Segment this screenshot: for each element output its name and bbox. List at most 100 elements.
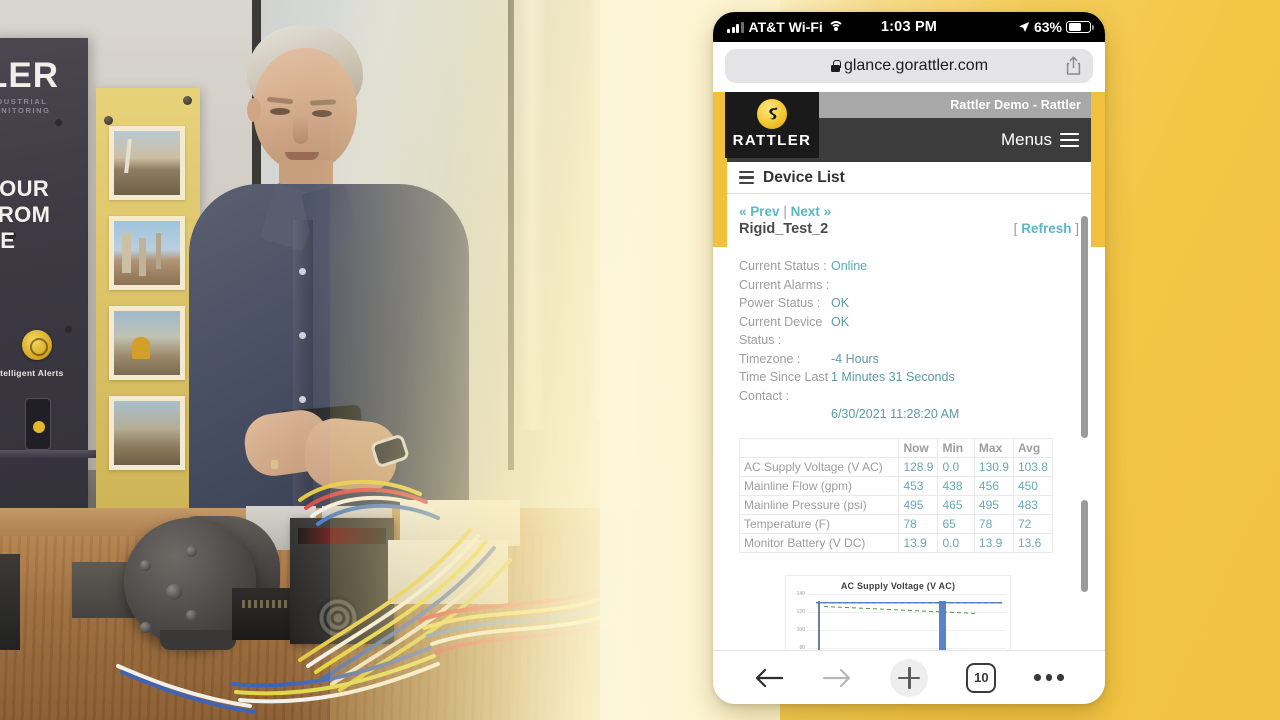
th-max: Max — [973, 437, 1014, 458]
metric-name: Mainline Flow (gpm) — [738, 475, 900, 496]
status-value-last-contact: 6/30/2021 11:28:20 AM — [831, 407, 960, 421]
metrics-table: Now Min Max Avg AC Supply Voltage (V AC)… — [738, 437, 1054, 553]
pagination-links: « Prev | Next » — [739, 204, 1079, 219]
tab-switcher-button[interactable]: 10 — [966, 662, 997, 693]
metric-avg: 72 — [1012, 513, 1054, 534]
page-scrollbar[interactable] — [1081, 216, 1088, 438]
forward-button[interactable] — [822, 667, 852, 689]
th-now: Now — [898, 437, 939, 458]
device-list-title: Device List — [763, 168, 845, 186]
web-page-viewport: Rattler Demo - Rattler Menus RATTLER Dev… — [713, 92, 1105, 650]
device-name: Rigid_Test_2 — [739, 221, 829, 237]
device-list-header[interactable]: Device List — [727, 162, 1091, 194]
status-value-current-status: Online — [831, 259, 868, 273]
y-tick: 140 — [796, 590, 805, 597]
metric-avg: 450 — [1012, 475, 1054, 496]
metric-now: 13.9 — [898, 532, 939, 553]
metric-name: Temperature (F) — [738, 513, 900, 534]
browser-address-bar-area: glance.gorattler.com — [713, 42, 1105, 92]
device-name-row: Rigid_Test_2 [ Refresh ] — [739, 221, 1079, 237]
rattler-wordmark: RATTLER — [732, 132, 812, 149]
metric-min: 0.0 — [937, 456, 975, 477]
th-name — [738, 437, 900, 458]
device-status-grid: Current Status : Online Current Alarms :… — [739, 257, 1079, 424]
more-menu-button[interactable] — [1034, 674, 1064, 681]
metric-now: 78 — [898, 513, 939, 534]
metric-min: 65 — [937, 513, 975, 534]
table-row: Mainline Pressure (psi) 495 465 495 483 — [738, 494, 1054, 515]
metric-name: Monitor Battery (V DC) — [738, 532, 900, 553]
status-label-time-since: Time Since Last Contact : — [739, 370, 829, 403]
share-icon[interactable] — [1066, 56, 1081, 75]
y-tick: 120 — [796, 608, 805, 615]
y-tick: 100 — [796, 626, 805, 633]
refresh-control[interactable]: [ Refresh ] — [1014, 221, 1079, 236]
metric-avg: 13.6 — [1012, 532, 1054, 553]
plus-icon — [898, 666, 921, 689]
y-tick: 80 — [799, 644, 805, 651]
metric-min: 438 — [937, 475, 975, 496]
site-content-card: Device List « Prev | Next » Rigid_Test_2… — [727, 162, 1091, 650]
tab-count-label: 10 — [974, 670, 989, 685]
wifi-icon — [827, 21, 844, 33]
table-row: Temperature (F) 78 65 78 72 — [738, 513, 1054, 534]
chart-marker-drop-2 — [938, 601, 946, 650]
next-link[interactable]: Next » — [791, 204, 832, 219]
status-label-current-status: Current Status : — [739, 259, 827, 273]
status-value-time-since: 1 Minutes 31 Seconds — [831, 370, 955, 384]
snake-glyph — [769, 107, 778, 120]
status-label-timezone: Timezone : — [739, 351, 801, 366]
device-list-hamburger-icon[interactable] — [739, 170, 754, 185]
metric-min: 465 — [937, 494, 975, 515]
status-value-device-status: OK — [831, 314, 850, 329]
forward-arrow-icon — [823, 668, 851, 687]
chart-scrollbar[interactable] — [1081, 500, 1088, 592]
status-label-device-status: Current Device Status : — [739, 314, 823, 348]
carrier-label: AT&T Wi-Fi — [748, 19, 823, 35]
prev-link[interactable]: « Prev — [739, 204, 780, 219]
bracket-close: ] — [1075, 221, 1079, 236]
more-dots-icon — [1045, 674, 1053, 681]
menu-hamburger-icon[interactable] — [1060, 132, 1079, 148]
url-label: glance.gorattler.com — [843, 57, 989, 74]
address-bar[interactable]: glance.gorattler.com — [725, 49, 1093, 83]
nav-separator: | — [783, 204, 787, 219]
lock-icon — [830, 60, 841, 72]
metric-max: 78 — [973, 513, 1014, 534]
metric-now: 128.9 — [898, 456, 939, 477]
chart-plot-area: 140 120 100 80 60 Volts — [797, 591, 1006, 650]
device-detail-scroll-area: « Prev | Next » Rigid_Test_2 [ Refresh ]… — [727, 194, 1091, 650]
more-dots-icon — [1034, 674, 1041, 681]
status-label-current-alarms: Current Alarms : — [739, 277, 830, 292]
status-value-current-alarms — [831, 276, 1079, 295]
table-row: Mainline Flow (gpm) 453 438 456 450 — [738, 475, 1054, 496]
metric-now: 453 — [898, 475, 939, 496]
metric-name: Mainline Pressure (psi) — [738, 494, 900, 515]
metric-max: 13.9 — [973, 532, 1014, 553]
status-value-power-status: OK — [831, 296, 850, 310]
location-arrow-icon — [1018, 22, 1030, 32]
table-row: Monitor Battery (V DC) 13.9 0.0 13.9 13.… — [738, 532, 1054, 553]
new-tab-button[interactable] — [890, 658, 929, 697]
metric-max: 130.9 — [973, 456, 1014, 477]
signal-bars-icon — [727, 21, 744, 33]
battery-percent-label: 63% — [1033, 19, 1062, 35]
chart-marker-drop-1 — [817, 601, 820, 650]
ios-status-bar: AT&T Wi-Fi 1:03 PM 63% — [713, 12, 1105, 42]
battery-icon — [1066, 20, 1094, 34]
metric-max: 495 — [973, 494, 1014, 515]
chart-title: AC Supply Voltage (V AC) — [840, 580, 956, 591]
back-button[interactable] — [754, 667, 784, 689]
th-avg: Avg — [1012, 437, 1054, 458]
site-header: Rattler Demo - Rattler Menus RATTLER — [713, 92, 1105, 162]
rattler-snake-icon — [757, 99, 787, 129]
metric-max: 456 — [973, 475, 1014, 496]
status-value-timezone: -4 Hours — [831, 351, 879, 366]
table-row: AC Supply Voltage (V AC) 128.9 0.0 130.9… — [738, 456, 1054, 477]
smartphone-mockup: AT&T Wi-Fi 1:03 PM 63% glance.gorattler.… — [713, 12, 1105, 704]
refresh-link[interactable]: Refresh — [1021, 221, 1071, 236]
menus-label: Menus — [1000, 130, 1052, 149]
browser-bottom-toolbar: 10 — [713, 650, 1105, 704]
rattler-logo[interactable]: RATTLER — [725, 92, 819, 158]
status-label-spacer — [739, 405, 831, 424]
